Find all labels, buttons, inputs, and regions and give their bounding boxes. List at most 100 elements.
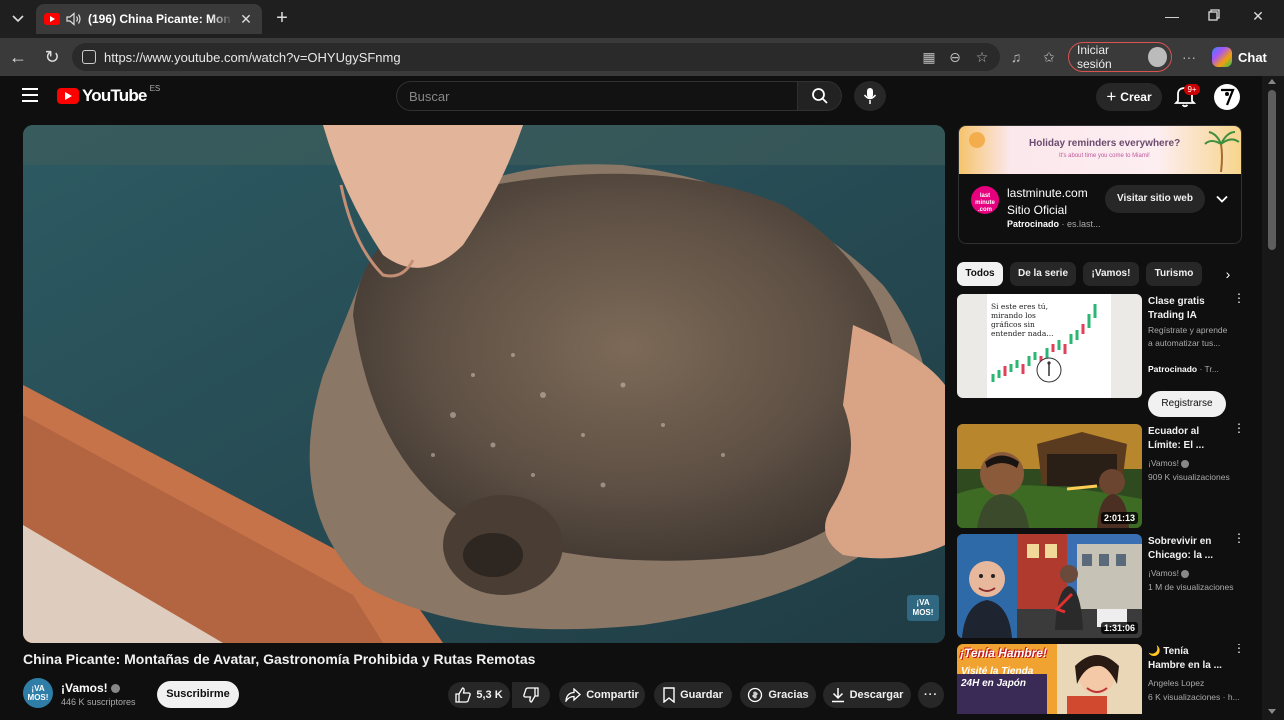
dislike-button[interactable] xyxy=(512,682,550,708)
ad-thumbnail[interactable]: Si este eres tú, mirando los gráficos si… xyxy=(957,294,1142,398)
sponsored-companion-ad[interactable]: Holiday reminders everywhere? It's about… xyxy=(958,125,1242,244)
channel-name-wrap[interactable]: ¡Vamos! xyxy=(61,681,120,695)
browser-tab-active[interactable]: (196) China Picante: Montañas ✕ xyxy=(36,4,262,34)
channel-watermark[interactable]: ¡VA MOS! xyxy=(907,595,939,621)
video-title[interactable]: Ecuador al Límite: El ... xyxy=(1148,425,1228,453)
media-control-icon[interactable]: ♫ xyxy=(1007,49,1025,65)
restore-icon[interactable] xyxy=(1202,8,1226,30)
more-actions-button[interactable]: ··· xyxy=(918,682,944,708)
video-thumbnail[interactable]: ¡Tenía Hambre! Visité la Tienda 24H en J… xyxy=(957,644,1142,714)
minimize-icon[interactable]: — xyxy=(1160,8,1184,30)
app-available-icon[interactable]: ▦ xyxy=(920,49,938,65)
channel-name[interactable]: ¡Vamos! xyxy=(1148,568,1179,578)
favorite-star-icon[interactable]: ☆ xyxy=(973,49,991,65)
chip-todos[interactable]: Todos xyxy=(957,262,1003,286)
scrollbar-thumb[interactable] xyxy=(1268,90,1276,250)
channel-name[interactable]: ¡Vamos! xyxy=(61,681,108,695)
chip-vamos[interactable]: ¡Vamos! xyxy=(1083,262,1139,286)
channel-avatar[interactable]: ¡VA MOS! xyxy=(23,678,53,708)
verified-icon xyxy=(110,684,120,694)
related-video-item[interactable]: ¡Tenía Hambre! Visité la Tienda 24H en J… xyxy=(957,644,1243,720)
youtube-play-icon xyxy=(57,88,79,104)
country-code: ES xyxy=(149,84,161,93)
zoom-icon[interactable]: ⊖ xyxy=(946,49,964,65)
chip-de-la-serie[interactable]: De la serie xyxy=(1010,262,1076,286)
close-window-icon[interactable]: ✕ xyxy=(1246,8,1270,30)
more-vert-icon[interactable]: ⋮ xyxy=(1233,292,1245,310)
channel-name[interactable]: Angeles Lopez xyxy=(1148,678,1204,688)
video-player[interactable]: ¡VA MOS! xyxy=(23,125,945,643)
youtube-favicon-icon xyxy=(44,13,60,25)
browser-toolbar: ← ↻ https://www.youtube.com/watch?v=OHYU… xyxy=(0,38,1284,76)
more-vert-icon[interactable]: ⋮ xyxy=(1233,532,1245,550)
ad-domain: · es.last... xyxy=(1059,219,1101,229)
subscribe-button[interactable]: Suscribirme xyxy=(157,681,239,708)
related-video-item[interactable]: 1:31:06 Sobrevivir en Chicago: la ... ¡V… xyxy=(957,532,1245,640)
url-text: https://www.youtube.com/watch?v=OHYUgySF… xyxy=(104,49,401,65)
create-label: Crear xyxy=(1120,90,1152,104)
ad-tagline: Sitio Oficial xyxy=(1007,203,1068,217)
chevron-right-icon[interactable]: › xyxy=(1219,265,1237,283)
video-thumbnail[interactable]: 1:31:06 xyxy=(957,534,1142,638)
related-video-item[interactable]: 2:01:13 Ecuador al Límite: El ... ¡Vamos… xyxy=(957,422,1245,530)
chevron-down-icon[interactable] xyxy=(1215,192,1229,206)
more-vert-icon[interactable]: ⋮ xyxy=(1233,644,1243,660)
channel-name[interactable]: ¡Vamos! xyxy=(1148,458,1179,468)
new-tab-button[interactable]: + xyxy=(270,7,294,31)
ad-card-sponsored: Patrocinado · Tr... xyxy=(1148,364,1219,374)
video-channel[interactable]: ¡Vamos! xyxy=(1148,458,1190,468)
create-button[interactable]: + Crear xyxy=(1096,83,1162,111)
signin-label: Iniciar sesión xyxy=(1077,43,1112,71)
advertiser-name[interactable]: lastminute.com xyxy=(1007,186,1088,200)
copilot-chat-button[interactable]: Chat xyxy=(1212,44,1274,70)
chip-turismo[interactable]: Turismo xyxy=(1146,262,1202,286)
chat-label: Chat xyxy=(1238,49,1267,65)
like-button[interactable]: 5,3 K xyxy=(448,682,510,708)
address-bar[interactable]: https://www.youtube.com/watch?v=OHYUgySF… xyxy=(72,43,1000,71)
more-options-icon[interactable]: ··· xyxy=(1180,49,1198,65)
search-input[interactable]: Buscar xyxy=(396,81,798,111)
scroll-down-arrow-icon[interactable] xyxy=(1268,709,1276,714)
search-button[interactable] xyxy=(797,81,842,111)
youtube-logo[interactable]: YouTube ES xyxy=(57,84,161,106)
ad-card-description: Regístrate y aprende a automatizar tus..… xyxy=(1148,325,1228,348)
reload-icon[interactable]: ↻ xyxy=(40,45,64,69)
advertiser-logo[interactable]: last minute .com xyxy=(971,186,999,214)
video-channel[interactable]: ¡Vamos! xyxy=(1148,568,1190,578)
signin-button[interactable]: Iniciar sesión xyxy=(1068,42,1172,72)
voice-search-button[interactable] xyxy=(854,81,886,111)
account-avatar[interactable] xyxy=(1214,84,1240,110)
ad-card-title[interactable]: Clase gratis Trading IA xyxy=(1148,295,1228,323)
microphone-icon xyxy=(863,88,877,104)
profile-avatar xyxy=(1148,47,1167,67)
sponsored-label: Patrocinado xyxy=(1007,219,1060,229)
share-button[interactable]: Compartir xyxy=(559,682,645,708)
sponsored-video-card[interactable]: Si este eres tú, mirando los gráficos si… xyxy=(957,292,1245,424)
ad-banner-image[interactable]: Holiday reminders everywhere? It's about… xyxy=(959,126,1241,174)
page-scrollbar[interactable] xyxy=(1262,76,1284,720)
subscriber-count: 446 K suscriptores xyxy=(61,697,136,707)
save-button[interactable]: Guardar xyxy=(654,682,732,708)
scroll-up-arrow-icon[interactable] xyxy=(1268,79,1276,84)
search-icon xyxy=(811,88,828,104)
logo-text: YouTube xyxy=(82,86,147,105)
plus-icon: + xyxy=(1106,87,1117,106)
video-views: 6 K visualizaciones · h... xyxy=(1148,692,1240,702)
site-info-icon[interactable] xyxy=(82,50,96,64)
close-tab-icon[interactable]: ✕ xyxy=(238,11,254,28)
more-vert-icon[interactable]: ⋮ xyxy=(1233,422,1245,440)
tab-list-button[interactable] xyxy=(6,7,30,31)
video-title[interactable]: 🌙 Tenía Hambre en la ... xyxy=(1148,645,1228,673)
favorites-icon[interactable]: ✩ xyxy=(1040,49,1058,65)
thanks-button[interactable]: Gracias xyxy=(740,682,816,708)
download-button[interactable]: Descargar xyxy=(823,682,911,708)
visit-site-button[interactable]: Visitar sitio web xyxy=(1105,185,1205,213)
back-arrow-icon[interactable]: ← xyxy=(6,45,30,69)
video-title[interactable]: Sobrevivir en Chicago: la ... xyxy=(1148,535,1228,563)
candlestick-chart-icon xyxy=(991,304,1097,383)
menu-icon[interactable] xyxy=(22,88,38,102)
bookmark-icon xyxy=(663,687,675,703)
register-button[interactable]: Registrarse xyxy=(1148,391,1226,417)
video-thumbnail[interactable]: 2:01:13 xyxy=(957,424,1142,528)
speaker-icon[interactable] xyxy=(66,12,82,26)
